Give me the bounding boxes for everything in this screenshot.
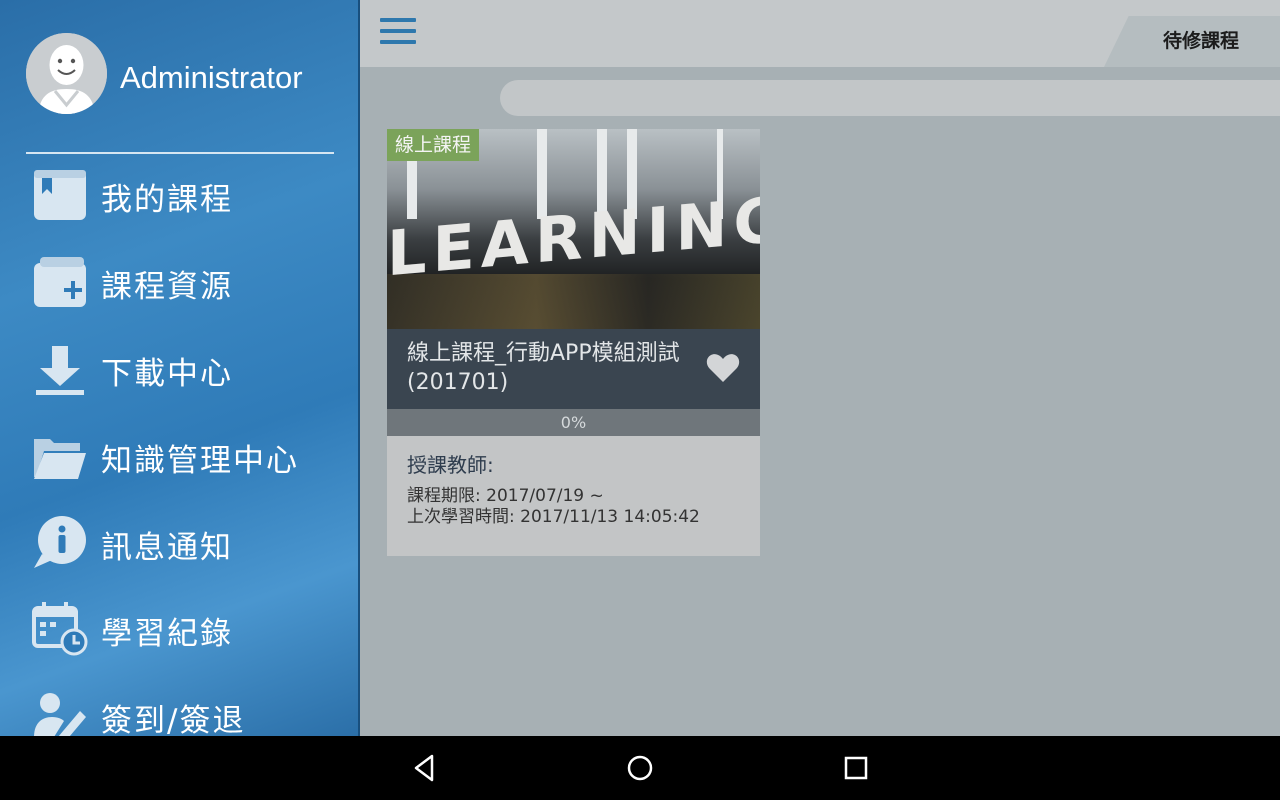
course-last-study-time: 上次學習時間: 2017/11/13 14:05:42 <box>407 507 700 527</box>
sidebar-item-label: 知識管理中心 <box>101 443 299 479</box>
hamburger-menu-icon[interactable] <box>380 18 416 48</box>
calendar-clock-icon <box>32 602 88 656</box>
bookmark-book-icon <box>34 170 86 220</box>
course-title-strip: 線上課程_行動APP模組測試(201701) <box>387 329 760 409</box>
back-icon[interactable] <box>408 752 440 784</box>
heart-icon[interactable] <box>706 352 740 384</box>
sidebar-item-download-center[interactable]: 下載中心 <box>0 330 358 410</box>
course-card[interactable]: LEARNING 線上課程 線上課程_行動APP模組測試(201701) 0% … <box>387 129 760 556</box>
folder-add-icon <box>34 257 86 307</box>
system-navigation-bar <box>0 736 1280 800</box>
open-folder-icon <box>34 439 86 479</box>
course-progress-bar: 0% <box>387 409 760 436</box>
tab-pending-courses-label[interactable]: 待修課程 <box>1140 26 1262 53</box>
sidebar-item-my-courses[interactable]: 我的課程 <box>0 156 358 236</box>
course-progress-text: 0% <box>560 413 587 432</box>
search-bar[interactable] <box>500 80 1280 116</box>
sidebar-item-label: 簽到/簽退 <box>101 703 246 736</box>
info-bubble-icon <box>34 516 86 568</box>
user-name: Administrator <box>120 60 303 95</box>
sidebar-item-label: 我的課程 <box>101 182 233 218</box>
sidebar-item-check-in-out[interactable]: 簽到/簽退 <box>0 677 358 736</box>
sidebar-item-learning-records[interactable]: 學習紀錄 <box>0 590 358 670</box>
sidebar-item-course-resources[interactable]: 課程資源 <box>0 243 358 323</box>
recent-apps-icon[interactable] <box>840 752 872 784</box>
download-icon <box>36 346 84 395</box>
navigation-drawer: Administrator 我的課程 課程資源 下載中心 知識管理中心 訊息通知… <box>0 0 360 736</box>
sidebar-item-knowledge-center[interactable]: 知識管理中心 <box>0 417 358 497</box>
user-edit-icon <box>34 693 86 736</box>
home-icon[interactable] <box>624 752 656 784</box>
course-teacher-label: 授課教師: <box>407 453 494 477</box>
sidebar-item-notifications[interactable]: 訊息通知 <box>0 504 358 584</box>
sidebar-item-label: 課程資源 <box>101 269 233 305</box>
sidebar-item-label: 訊息通知 <box>101 530 233 566</box>
sidebar-item-label: 下載中心 <box>101 356 233 392</box>
avatar[interactable] <box>26 33 107 114</box>
course-title: 線上課程_行動APP模組測試(201701) <box>407 341 680 395</box>
sidebar-item-label: 學習紀錄 <box>101 616 233 652</box>
divider <box>26 152 334 154</box>
course-type-badge: 線上課程 <box>387 129 480 161</box>
